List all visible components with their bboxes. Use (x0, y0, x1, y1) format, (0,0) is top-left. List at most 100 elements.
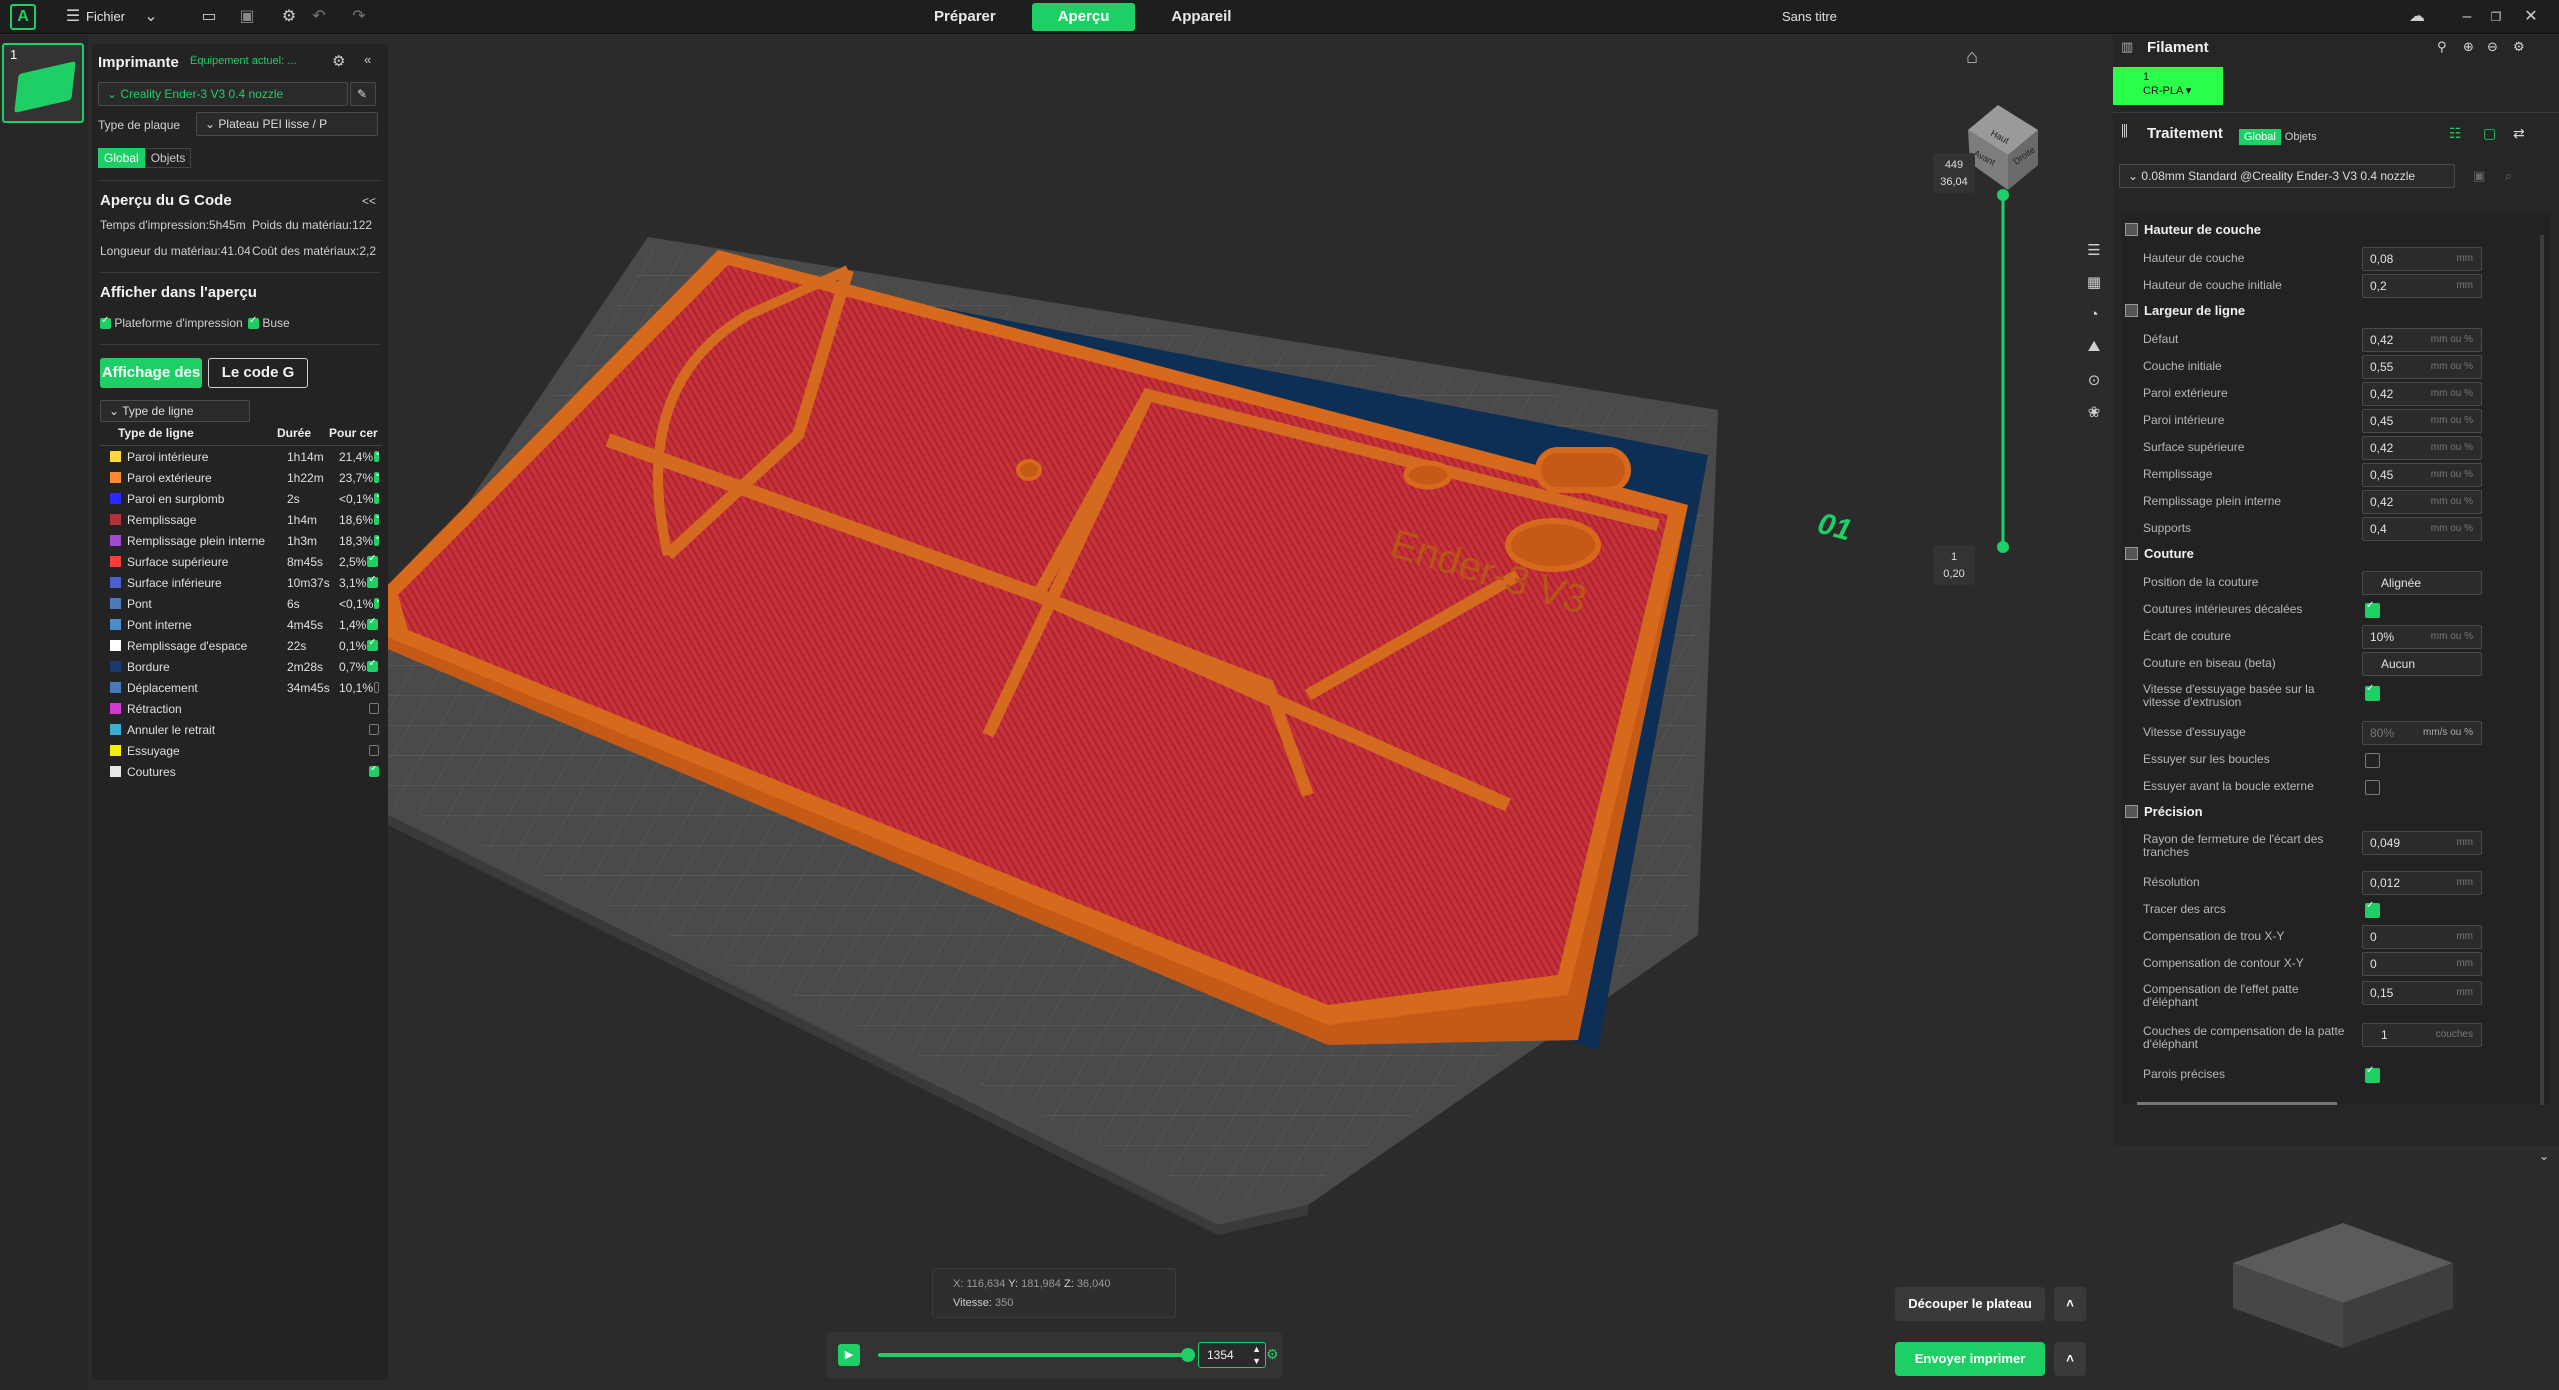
param-input[interactable]: 0 mm (2362, 925, 2482, 949)
save-icon[interactable]: ▣ (236, 6, 258, 28)
expand-icon[interactable]: ⌄ (2539, 1149, 2549, 1163)
legend-visibility-checkbox[interactable] (367, 639, 379, 651)
collapse-panel-icon[interactable]: « (364, 52, 371, 67)
param-stepper[interactable]: 1 couches (2362, 1023, 2482, 1047)
nozzle-visibility-checkbox[interactable]: Buse (248, 315, 290, 330)
legend-visibility-checkbox[interactable] (374, 471, 379, 483)
layers-icon[interactable]: ☰ (2083, 240, 2105, 262)
legend-visibility-checkbox[interactable] (367, 660, 379, 672)
param-select[interactable]: Alignée (2362, 571, 2482, 595)
move-index-input[interactable]: 1354 ▲ ▼ (1198, 1342, 1266, 1368)
move-slider-handle[interactable] (1181, 1348, 1195, 1362)
view-cube[interactable]: Haut Avant Droite (1968, 105, 2038, 190)
table-icon[interactable]: ▦ (2083, 272, 2105, 294)
pattern-icon[interactable]: ❀ (2083, 402, 2105, 424)
filament-settings-icon[interactable]: ⚙ (2513, 39, 2525, 55)
play-button[interactable]: ▶ (838, 1344, 860, 1366)
printer-settings-icon[interactable]: ⚙ (332, 52, 345, 70)
param-input[interactable]: 0,08 mm (2362, 247, 2482, 271)
legend-visibility-checkbox[interactable] (374, 450, 379, 462)
stepper-arrows-icon[interactable]: ▲ ▼ (1252, 1343, 1261, 1367)
legend-visibility-checkbox[interactable] (374, 492, 379, 504)
remove-filament-icon[interactable]: ⊖ (2487, 39, 2498, 55)
legend-visibility-checkbox[interactable] (374, 534, 379, 546)
save-preset-icon[interactable]: ▣ (2473, 168, 2485, 184)
search-icon[interactable]: ⌕ (2505, 168, 2512, 184)
file-menu[interactable]: Fichier (86, 9, 125, 24)
process-preset-select[interactable]: ⌄ 0.08mm Standard @Creality Ender-3 V3 0… (2119, 164, 2455, 188)
layer-slider-top-handle[interactable] (1997, 189, 2009, 201)
legend-visibility-checkbox[interactable] (374, 597, 379, 609)
legend-visibility-checkbox[interactable] (374, 513, 379, 525)
layer-slider-bottom-handle[interactable] (1997, 541, 2009, 553)
param-checkbox[interactable] (2365, 683, 2380, 701)
advanced-toggle-icon[interactable]: ▢ (2483, 125, 2496, 142)
legend-visibility-checkbox[interactable] (369, 766, 379, 777)
cloud-upload-icon[interactable]: ☁ (2406, 6, 2428, 28)
param-input[interactable]: 0,2 mm (2362, 274, 2482, 298)
legend-visibility-checkbox[interactable] (374, 682, 379, 693)
compare-icon[interactable]: ⇄ (2513, 125, 2525, 142)
filament-sync-icon[interactable]: ⚲ (2437, 39, 2447, 55)
param-checkbox[interactable] (2365, 600, 2380, 618)
param-input[interactable]: 0,15 mm (2362, 981, 2482, 1005)
speed-gauge-icon[interactable]: ◔ (2083, 304, 2105, 326)
send-options-button[interactable]: ˄ (2054, 1342, 2086, 1376)
close-icon[interactable]: ✕ (2520, 6, 2542, 28)
list-view-icon[interactable]: ☷ (2449, 125, 2462, 142)
flow-icon[interactable]: ⛰ (2083, 336, 2105, 358)
horizontal-scrollbar[interactable] (2137, 1102, 2337, 1105)
plate-type-select[interactable]: ⌄ Plateau PEI lisse / P (196, 112, 378, 136)
param-input[interactable]: 0 mm (2362, 952, 2482, 976)
undo-icon[interactable]: ↶ (308, 6, 330, 28)
printer-select[interactable]: ⌄ Creality Ender-3 V3 0.4 nozzle (98, 82, 348, 106)
gcode-view-button[interactable]: Le code G (208, 358, 308, 388)
param-select[interactable]: Aucun (2362, 652, 2482, 676)
send-print-button[interactable]: Envoyer imprimer (1895, 1342, 2045, 1376)
param-input[interactable]: 0,55 mm ou % (2362, 355, 2482, 379)
legend-visibility-checkbox[interactable] (367, 576, 379, 588)
line-type-select[interactable]: ⌄ Type de ligne (100, 400, 250, 422)
param-input[interactable]: 0,4 mm ou % (2362, 517, 2482, 541)
tab-device[interactable]: Appareil (1145, 3, 1257, 31)
tab-prepare[interactable]: Préparer (908, 3, 1022, 31)
param-input[interactable]: 0,012 mm (2362, 871, 2482, 895)
display-mode-button[interactable]: Affichage des (100, 358, 202, 388)
filament-slot-1[interactable]: 1 CR-PLA ▾ (2113, 67, 2223, 105)
param-checkbox[interactable] (2365, 780, 2380, 795)
home-view-icon[interactable]: ⌂ (1966, 46, 1978, 68)
legend-visibility-checkbox[interactable] (369, 745, 379, 756)
edit-printer-button[interactable]: ✎ (350, 82, 376, 106)
gear-icon[interactable]: ⚙ (278, 6, 300, 28)
param-input[interactable]: 0,42 mm ou % (2362, 328, 2482, 352)
legend-visibility-checkbox[interactable] (369, 703, 379, 714)
tab-process-global[interactable]: Global (2239, 129, 2281, 145)
restore-icon[interactable]: ❐ (2485, 6, 2507, 28)
param-input[interactable]: 80% mm/s ou % (2362, 721, 2482, 745)
param-input[interactable]: 0,42 mm ou % (2362, 436, 2482, 460)
settings-gear-icon[interactable]: ⚙ (1266, 1346, 1279, 1363)
param-input[interactable]: 0,42 mm ou % (2362, 490, 2482, 514)
tab-global[interactable]: Global (98, 148, 145, 168)
param-input[interactable]: 0,049 mm (2362, 831, 2482, 855)
legend-visibility-checkbox[interactable] (367, 618, 379, 630)
param-input[interactable]: 0,42 mm ou % (2362, 382, 2482, 406)
plate-thumbnail[interactable]: 1 (2, 43, 84, 123)
param-checkbox[interactable] (2365, 753, 2380, 768)
move-slider-track[interactable] (878, 1348, 1195, 1362)
param-input[interactable]: 10% mm ou % (2362, 625, 2482, 649)
tab-preview[interactable]: Aperçu (1031, 3, 1136, 31)
plate-visibility-checkbox[interactable]: Plateforme d'impression (100, 316, 250, 330)
param-checkbox[interactable] (2365, 1065, 2380, 1083)
param-input[interactable]: 0,45 mm ou % (2362, 463, 2482, 487)
hamburger-icon[interactable]: ☰ (62, 6, 84, 28)
minimize-icon[interactable]: – (2456, 6, 2478, 28)
slice-plate-button[interactable]: Découper le plateau (1895, 1287, 2045, 1321)
legend-visibility-checkbox[interactable] (367, 555, 379, 567)
3d-viewport[interactable]: Ender-3 V3 01 Haut Avant Droite ⌂ 449 36… (388, 35, 2113, 1390)
slice-options-button[interactable]: ˄ (2054, 1287, 2086, 1321)
redo-icon[interactable]: ↷ (348, 6, 370, 28)
add-filament-icon[interactable]: ⊕ (2463, 39, 2474, 55)
support-icon[interactable]: ⊙ (2083, 370, 2105, 392)
chevron-down-icon[interactable]: ⌄ (140, 6, 162, 28)
